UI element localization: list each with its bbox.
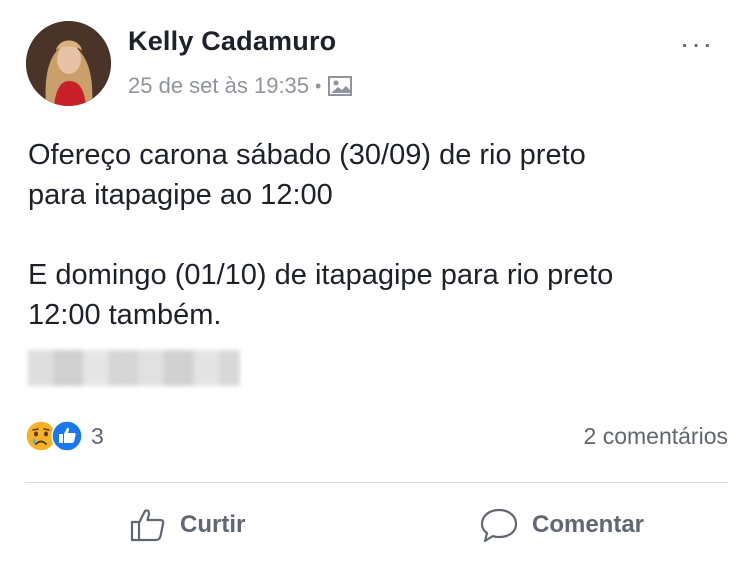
comments-count-link[interactable]: 2 comentários [584,423,728,450]
action-divider [25,482,728,483]
post-text-line: E domingo (01/10) de itapagipe para rio … [28,259,614,291]
comment-button[interactable]: Comentar [478,505,644,545]
avatar-image [26,21,111,106]
author-name[interactable]: Kelly Cadamuro [128,26,336,57]
speech-bubble-icon [478,505,520,545]
post-body: Ofereço carona sábado (30/09) de rio pre… [28,135,728,335]
meta-separator: • [315,75,322,96]
post-text-line: 12:00 também. [28,299,222,331]
photo-album-icon[interactable] [327,75,353,97]
post-text-line: para itapagipe ao 12:00 [28,179,333,211]
author-avatar[interactable] [26,21,111,106]
reactions-summary[interactable]: 3 [25,420,104,452]
reaction-count: 3 [91,422,104,449]
blurred-contact-info [28,350,240,386]
comment-label: Comentar [532,511,645,538]
more-options-button[interactable]: ··· [680,30,714,58]
facebook-post: Kelly Cadamuro 25 de set às 19:35 • ··· … [0,0,750,562]
post-text-line: Ofereço carona sábado (30/09) de rio pre… [28,139,586,171]
like-label: Curtir [180,511,246,538]
like-button[interactable]: Curtir [128,505,245,545]
post-timestamp[interactable]: 25 de set às 19:35 [128,73,309,99]
post-meta: 25 de set às 19:35 • [128,73,353,99]
like-reaction-icon [51,420,83,452]
thumbs-up-icon [128,505,168,545]
